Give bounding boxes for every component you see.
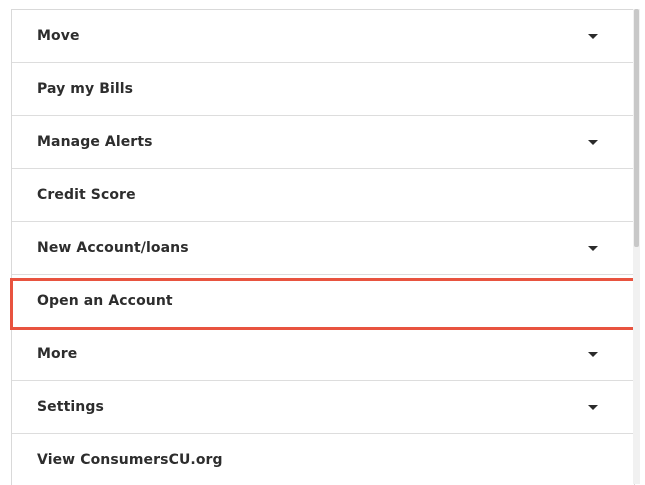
menu-item-credit-score[interactable]: Credit Score (12, 169, 634, 222)
chevron-down-icon[interactable] (588, 405, 598, 410)
menu-item-label: More (37, 346, 78, 362)
chevron-down-icon[interactable] (588, 34, 598, 39)
menu-item-settings[interactable]: Settings (12, 381, 634, 434)
menu-item-more[interactable]: More (12, 328, 634, 381)
chevron-down-icon[interactable] (588, 352, 598, 357)
menu-item-label: View ConsumersCU.org (37, 452, 223, 468)
menu-item-view-consumerscu[interactable]: View ConsumersCU.org (12, 434, 634, 485)
menu-item-label: Credit Score (37, 187, 136, 203)
chevron-down-icon[interactable] (588, 140, 598, 145)
menu-item-label: Settings (37, 399, 104, 415)
chevron-down-icon[interactable] (588, 246, 598, 251)
navigation-menu: Move Pay my Bills Manage Alerts Credit S… (11, 9, 635, 485)
menu-screen: Move Pay my Bills Manage Alerts Credit S… (0, 0, 645, 485)
menu-item-label: New Account/loans (37, 240, 189, 256)
menu-item-new-account-loans[interactable]: New Account/loans (12, 222, 634, 275)
menu-item-move[interactable]: Move (12, 10, 634, 63)
menu-item-label: Manage Alerts (37, 134, 153, 150)
menu-item-label: Pay my Bills (37, 81, 134, 97)
scrollbar-thumb[interactable] (634, 9, 639, 247)
menu-list: Move Pay my Bills Manage Alerts Credit S… (12, 10, 634, 485)
menu-item-open-an-account[interactable]: Open an Account (12, 275, 634, 328)
menu-item-manage-alerts[interactable]: Manage Alerts (12, 116, 634, 169)
menu-item-label: Move (37, 28, 80, 44)
menu-item-label: Open an Account (37, 293, 173, 309)
menu-item-pay-my-bills[interactable]: Pay my Bills (12, 63, 634, 116)
vertical-scrollbar[interactable] (633, 9, 640, 484)
